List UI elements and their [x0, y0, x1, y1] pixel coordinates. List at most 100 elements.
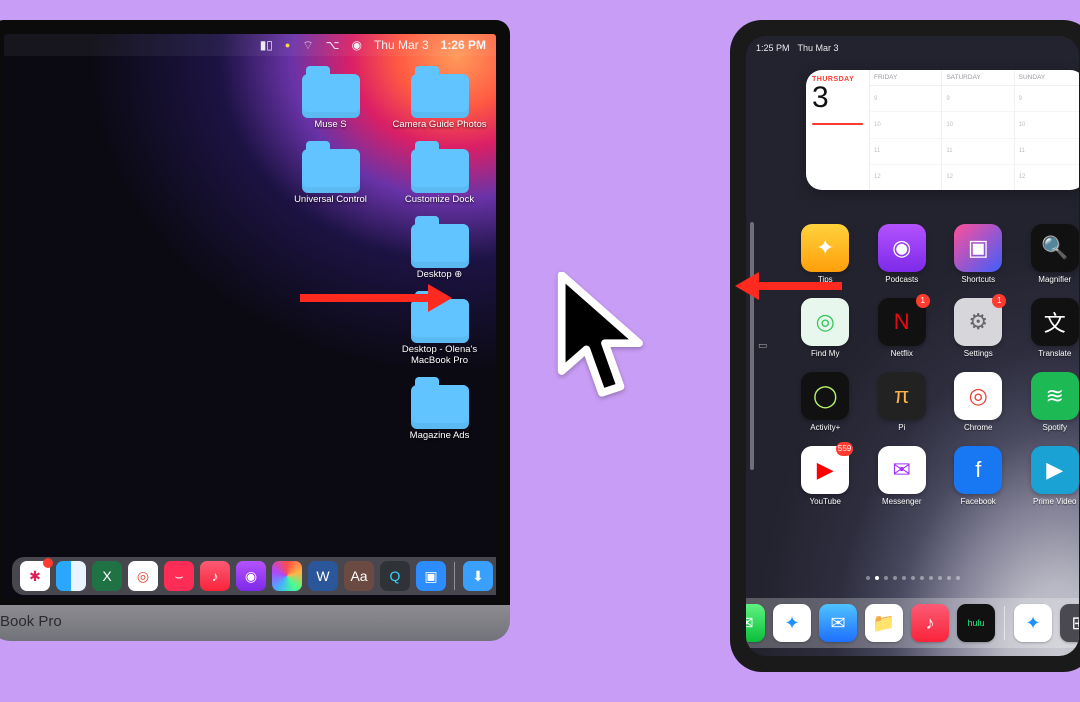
app-icon: π — [878, 372, 926, 420]
dock-app-music[interactable]: ♪ — [200, 561, 230, 591]
mac-dock[interactable]: ✱X◎⌣♪◉WAaQ▣⬇≣≣🗑 — [12, 557, 496, 595]
app-messenger[interactable]: ✉ Messenger — [867, 446, 938, 506]
calendar-hour-row: 10 — [942, 112, 1013, 138]
page-indicator[interactable] — [746, 576, 1079, 580]
desktop-folder[interactable]: Customize Dock — [389, 149, 490, 206]
dock-app-slack[interactable]: ✱ — [20, 561, 50, 591]
app-glyph: ✉ — [830, 613, 845, 634]
app-chrome[interactable]: ◎Chrome — [943, 372, 1014, 432]
app-pi[interactable]: πPi — [867, 372, 938, 432]
app-label: Podcasts — [885, 275, 918, 284]
calendar-hour-row: 11 — [1015, 139, 1079, 165]
dock-app-downloads[interactable]: ⬇ — [463, 561, 493, 591]
app-glyph: ✉ — [893, 457, 911, 483]
dock-app-rainbow[interactable] — [272, 561, 302, 591]
app-shortcuts[interactable]: ▣Shortcuts — [943, 224, 1014, 284]
desktop-folder[interactable]: Muse S — [280, 74, 381, 131]
macbook-device: ▮▯ ● ⌔ ⌥ ◉ Thu Mar 3 1:26 PM Muse S Camer… — [0, 20, 510, 641]
page-dot[interactable] — [884, 576, 888, 580]
dock-app-excel[interactable]: X — [92, 561, 122, 591]
app-glyph: W — [316, 568, 329, 584]
app-glyph: ◎ — [969, 383, 988, 409]
app-tips[interactable]: ✦Tips — [790, 224, 861, 284]
folder-label: Magazine Ads — [410, 431, 470, 442]
ipad-dock[interactable]: ✉✦✉📁♪hulu✦⊞ — [746, 598, 1079, 648]
app-icon: ⚙1 — [954, 298, 1002, 346]
app-glyph: ♪ — [926, 613, 935, 634]
desktop-folder[interactable]: Magazine Ads — [389, 385, 490, 442]
app-facebook[interactable]: fFacebook — [943, 446, 1014, 506]
app-youtube[interactable]: ▶559YouTube — [790, 446, 861, 506]
dock-app-safari[interactable]: ✦ — [773, 604, 811, 642]
dock-app-zoom[interactable]: ▣ — [416, 561, 446, 591]
mac-menubar[interactable]: ▮▯ ● ⌔ ⌥ ◉ Thu Mar 3 1:26 PM — [4, 34, 496, 56]
calendar-widget[interactable]: THURSDAY 3 FRIDAY9101112SATURDAY9101112S… — [806, 70, 1079, 190]
wifi-icon[interactable]: ⌔ — [302, 38, 313, 53]
dock-app-podcasts[interactable]: ◉ — [236, 561, 266, 591]
calendar-hour-row: 12 — [942, 165, 1013, 190]
calendar-column-header: FRIDAY — [870, 70, 941, 86]
app-label: Shortcuts — [961, 275, 995, 284]
badge: 1 — [916, 294, 930, 308]
calendar-column: FRIDAY9101112 — [870, 70, 942, 190]
app-magnifier[interactable]: 🔍Magnifier — [1020, 224, 1080, 284]
app-translate[interactable]: 文Translate — [1020, 298, 1080, 358]
page-dot[interactable] — [866, 576, 870, 580]
siri-icon[interactable]: ◉ — [351, 38, 361, 52]
calendar-hour-row: 10 — [870, 112, 941, 138]
universal-control-edge-bar[interactable]: ▭ — [750, 222, 754, 470]
desktop-folder[interactable]: Universal Control — [280, 149, 381, 206]
page-dot[interactable] — [938, 576, 942, 580]
dock-app-files[interactable]: 📁 — [865, 604, 903, 642]
app-netflix[interactable]: N1Netflix — [867, 298, 938, 358]
menubar-time[interactable]: 1:26 PM — [441, 38, 486, 52]
macbook-chin: Book Pro — [0, 605, 510, 641]
folder-label: Universal Control — [294, 195, 367, 206]
app-podcasts[interactable]: ◉ Podcasts — [867, 224, 938, 284]
calendar-hour-row: 9 — [1015, 86, 1079, 112]
folder-icon — [411, 385, 469, 429]
dock-app-mail[interactable]: ✉ — [819, 604, 857, 642]
battery-icon[interactable]: ▮▯ — [260, 38, 273, 52]
app-glyph: ≋ — [1046, 383, 1064, 409]
page-dot[interactable] — [947, 576, 951, 580]
dock-app-lips[interactable]: ⌣ — [164, 561, 194, 591]
desktop-folder[interactable]: Desktop ⊕ — [389, 224, 490, 281]
macbook-model-label: Book Pro — [0, 613, 62, 630]
calendar-hour-row: 12 — [1015, 165, 1079, 190]
page-dot[interactable] — [920, 576, 924, 580]
macbook-desktop[interactable]: ▮▯ ● ⌔ ⌥ ◉ Thu Mar 3 1:26 PM Muse S Camer… — [4, 34, 496, 599]
dock-app-safari-recent[interactable]: ✦ — [1014, 604, 1052, 642]
dock-app-quicktime[interactable]: Q — [380, 561, 410, 591]
folder-label: Muse S — [314, 120, 346, 131]
app-spotify[interactable]: ≋Spotify — [1020, 372, 1080, 432]
page-dot[interactable] — [875, 576, 879, 580]
page-dot[interactable] — [929, 576, 933, 580]
ipad-home-screen[interactable]: 1:25 PM Thu Mar 3 ▭ THURSDAY 3 FRIDAY910… — [746, 36, 1079, 656]
dock-app-messages[interactable]: ✉ — [746, 604, 765, 642]
dock-app-app-library[interactable]: ⊞ — [1060, 604, 1079, 642]
page-dot[interactable] — [911, 576, 915, 580]
desktop-folder[interactable]: Camera Guide Photos — [389, 74, 490, 131]
dock-app-word[interactable]: W — [308, 561, 338, 591]
app-find-my[interactable]: ◎Find My — [790, 298, 861, 358]
dock-app-finder[interactable] — [56, 561, 86, 591]
page-dot[interactable] — [956, 576, 960, 580]
app-glyph: ▶ — [817, 457, 834, 483]
app-label: Messenger — [882, 497, 922, 506]
app-settings[interactable]: ⚙1Settings — [943, 298, 1014, 358]
page-dot[interactable] — [893, 576, 897, 580]
page-dot[interactable] — [902, 576, 906, 580]
dock-app-dictionary[interactable]: Aa — [344, 561, 374, 591]
menubar-date[interactable]: Thu Mar 3 — [374, 38, 429, 52]
app-activity-[interactable]: ◯Activity+ — [790, 372, 861, 432]
app-glyph: ◉ — [892, 235, 911, 261]
dock-app-chrome[interactable]: ◎ — [128, 561, 158, 591]
calendar-column: SATURDAY9101112 — [942, 70, 1014, 190]
app-prime-video[interactable]: ▶Prime Video — [1020, 446, 1080, 506]
dock-app-music[interactable]: ♪ — [911, 604, 949, 642]
control-center-icon[interactable]: ⌥ — [326, 38, 340, 52]
badge — [43, 558, 53, 568]
dock-app-hulu[interactable]: hulu — [957, 604, 995, 642]
app-icon: ◉ — [878, 224, 926, 272]
